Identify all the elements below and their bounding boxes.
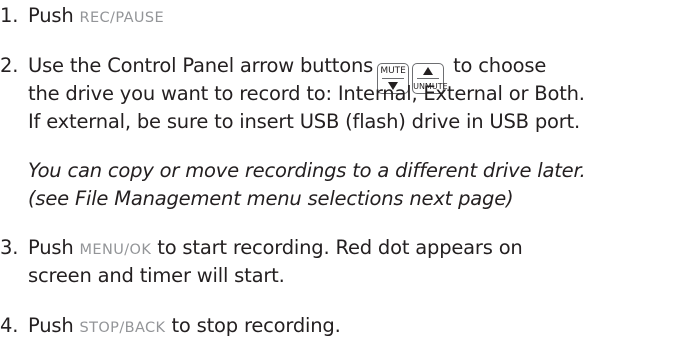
step-number: 1.	[0, 4, 19, 27]
instruction-list: 1. Push REC/PAUSE 2. Use the Control Panel…	[0, 0, 680, 357]
step-1: 1. Push REC/PAUSE	[0, 4, 164, 30]
step-2-line-2: the drive you want to record to: Interna…	[28, 82, 585, 105]
step-3-line-2: screen and timer will start.	[28, 264, 285, 287]
step-4: 4. Push STOP/BACK to stop recording.	[0, 314, 341, 340]
step-number: 4.	[0, 314, 19, 337]
step-number: 3.	[0, 236, 19, 259]
arrow-up-icon	[423, 67, 434, 75]
step-text: Push	[28, 4, 80, 27]
rec-pause-key-label: REC/PAUSE	[79, 10, 165, 26]
step-number: 2.	[0, 54, 19, 77]
step-text: Use the Control Panel arrow buttons	[28, 54, 374, 77]
menu-ok-key-label: MENU/OK	[79, 242, 152, 258]
step-text: to stop recording.	[165, 314, 341, 337]
step-text: to start recording. Red dot appears on	[151, 236, 523, 259]
step-2-note-line-1: You can copy or move recordings to a dif…	[28, 159, 586, 182]
step-3-line-1: 3. Push MENU/OK to start recording. Red d…	[0, 236, 523, 262]
step-2-line-3: If external, be sure to insert USB (flas…	[28, 110, 581, 133]
mute-label: MUTE	[380, 66, 406, 76]
step-text: Push	[28, 314, 80, 337]
step-2-note-line-2: (see File Management menu selections nex…	[28, 187, 514, 210]
stop-back-key-label: STOP/BACK	[79, 320, 166, 336]
step-text: to choose	[453, 54, 547, 77]
step-text: Push	[28, 236, 80, 259]
